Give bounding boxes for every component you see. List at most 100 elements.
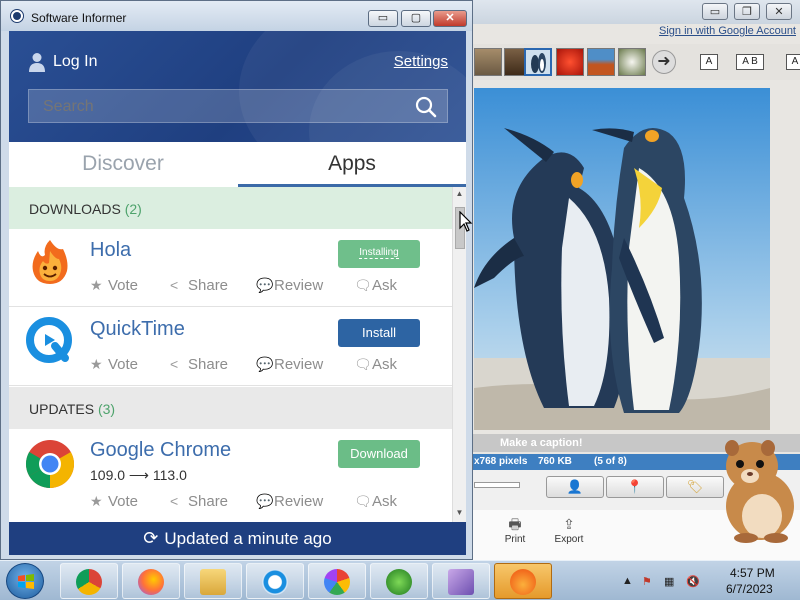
- quicktime-icon: [25, 316, 75, 366]
- tab-discover[interactable]: Discover: [9, 142, 237, 187]
- printer-icon: 🖶: [508, 516, 522, 532]
- list-scrollbar[interactable]: ▲ ▼: [452, 187, 466, 522]
- login-link[interactable]: Log In: [53, 53, 97, 71]
- taskbar-explorer[interactable]: [184, 563, 242, 599]
- windows-logo-icon: [18, 574, 34, 589]
- map-pin-icon: 📍: [626, 479, 644, 494]
- software-informer-logo-icon: [11, 10, 23, 22]
- tray-expand-arrow-icon[interactable]: ▲: [622, 575, 636, 589]
- ask-action[interactable]: 🗨Ask: [354, 356, 397, 373]
- review-action[interactable]: 💬Review: [256, 493, 323, 510]
- zoom-slider[interactable]: [474, 482, 520, 488]
- volume-muted-icon[interactable]: 🔇: [686, 575, 700, 589]
- scroll-up-arrow-icon[interactable]: ▲: [453, 189, 466, 201]
- review-action[interactable]: 💬Review: [256, 277, 323, 294]
- taskbar-hola[interactable]: [494, 563, 552, 599]
- text-button-ab[interactable]: A B: [736, 54, 764, 70]
- start-button[interactable]: [6, 563, 44, 599]
- tab-apps[interactable]: Apps: [238, 142, 466, 187]
- ask-action[interactable]: 🗨Ask: [354, 493, 397, 510]
- clock-time[interactable]: 4:57 PM: [730, 566, 775, 580]
- share-action[interactable]: < Share: [170, 493, 228, 510]
- taskbar-picasa[interactable]: [308, 563, 366, 599]
- thumbnail-5[interactable]: [587, 48, 615, 76]
- export-button[interactable]: ⇪ Export: [544, 514, 594, 545]
- ask-label: Ask: [372, 356, 398, 373]
- bg-maximize-button[interactable]: ❐: [734, 3, 760, 20]
- penguins-photo: [474, 88, 770, 430]
- installing-label: Installing: [359, 247, 399, 259]
- status-text: Updated a minute ago: [164, 529, 332, 548]
- vote-action[interactable]: ★ Vote: [90, 356, 138, 373]
- installing-button[interactable]: Installing: [338, 240, 420, 268]
- user-icon: [29, 53, 45, 72]
- star-icon: ★: [90, 277, 103, 293]
- updates-section-header: UPDATES (3): [9, 387, 452, 429]
- thumbnail-6[interactable]: [618, 48, 646, 76]
- review-action[interactable]: 💬Review: [256, 356, 323, 373]
- vote-action[interactable]: ★ Vote: [90, 493, 138, 510]
- taskbar-chrome[interactable]: [60, 563, 118, 599]
- bg-close-button[interactable]: ✕: [766, 3, 792, 20]
- app-name[interactable]: QuickTime: [90, 318, 185, 341]
- print-button[interactable]: 🖶 Print: [490, 514, 540, 545]
- updates-title: UPDATES: [29, 401, 95, 417]
- taskbar-editor[interactable]: [432, 563, 490, 599]
- share-icon: <: [170, 277, 179, 293]
- download-arrow-taskbar-icon: [386, 569, 412, 595]
- scroll-down-arrow-icon[interactable]: ▼: [453, 508, 466, 520]
- app-name[interactable]: Google Chrome: [90, 439, 231, 462]
- share-action[interactable]: < Share: [170, 277, 228, 294]
- apps-list: DOWNLOADS (2) Hola Installing ★ Vote < Sha…: [9, 187, 452, 522]
- geotag-button[interactable]: 📍: [606, 476, 664, 498]
- share-action[interactable]: < Share: [170, 356, 228, 373]
- flag-alert-icon[interactable]: ⚑: [642, 575, 656, 589]
- thumbnail-1[interactable]: [474, 48, 502, 76]
- folder-taskbar-icon: [200, 569, 226, 595]
- ask-label: Ask: [372, 493, 398, 510]
- install-button[interactable]: Install: [338, 319, 420, 347]
- minimize-button[interactable]: ▭: [368, 10, 398, 27]
- download-button[interactable]: Download: [338, 440, 420, 468]
- network-icon[interactable]: ▦: [664, 575, 678, 589]
- vote-label: Vote: [108, 493, 139, 510]
- close-button[interactable]: ✕: [433, 10, 467, 27]
- vote-action[interactable]: ★ Vote: [90, 277, 138, 294]
- mouse-cursor-icon: [459, 211, 473, 232]
- ask-label: Ask: [372, 277, 398, 294]
- taskbar-downloader[interactable]: [370, 563, 428, 599]
- search-input[interactable]: [43, 98, 403, 116]
- share-label: Share: [188, 277, 229, 294]
- text-button-a[interactable]: A: [700, 54, 718, 70]
- software-informer-window: Software Informer ▭ ▢ ✕ Log In Settings …: [0, 0, 473, 560]
- photo-dimensions: x768 pixels: [474, 456, 528, 467]
- search-box[interactable]: [28, 89, 448, 123]
- settings-link[interactable]: Settings: [394, 53, 448, 70]
- app-name[interactable]: Hola: [90, 239, 131, 262]
- star-icon: ★: [90, 356, 103, 372]
- bg-minimize-button[interactable]: ▭: [702, 3, 728, 20]
- thumbnail-3-selected[interactable]: [524, 48, 552, 76]
- google-signin-link[interactable]: Sign in with Google Account: [659, 25, 796, 37]
- header-panel: Log In Settings: [9, 31, 466, 142]
- person-tag-button[interactable]: 👤: [546, 476, 604, 498]
- ask-bubble-icon: 🗨: [354, 277, 372, 293]
- maximize-button[interactable]: ▢: [401, 10, 431, 27]
- ask-action[interactable]: 🗨Ask: [354, 277, 397, 294]
- share-label: Share: [188, 493, 229, 510]
- search-icon[interactable]: [415, 96, 437, 118]
- tag-icon: 🏷: [686, 479, 704, 494]
- person-icon: 👤: [566, 479, 584, 494]
- next-arrow-icon[interactable]: ➜: [652, 50, 676, 74]
- taskbar-firefox[interactable]: [122, 563, 180, 599]
- updates-count: (3): [97, 401, 116, 417]
- hola-taskbar-icon: [510, 569, 536, 595]
- print-label: Print: [504, 534, 526, 545]
- clock-date[interactable]: 6/7/2023: [726, 582, 773, 596]
- taskbar-quicktime[interactable]: [246, 563, 304, 599]
- text-button-a-2[interactable]: A: [786, 54, 800, 70]
- thumbnail-4[interactable]: [556, 48, 584, 76]
- review-label: Review: [274, 493, 324, 510]
- editor-taskbar-icon: [448, 569, 474, 595]
- tab-bar: Discover Apps: [9, 142, 466, 187]
